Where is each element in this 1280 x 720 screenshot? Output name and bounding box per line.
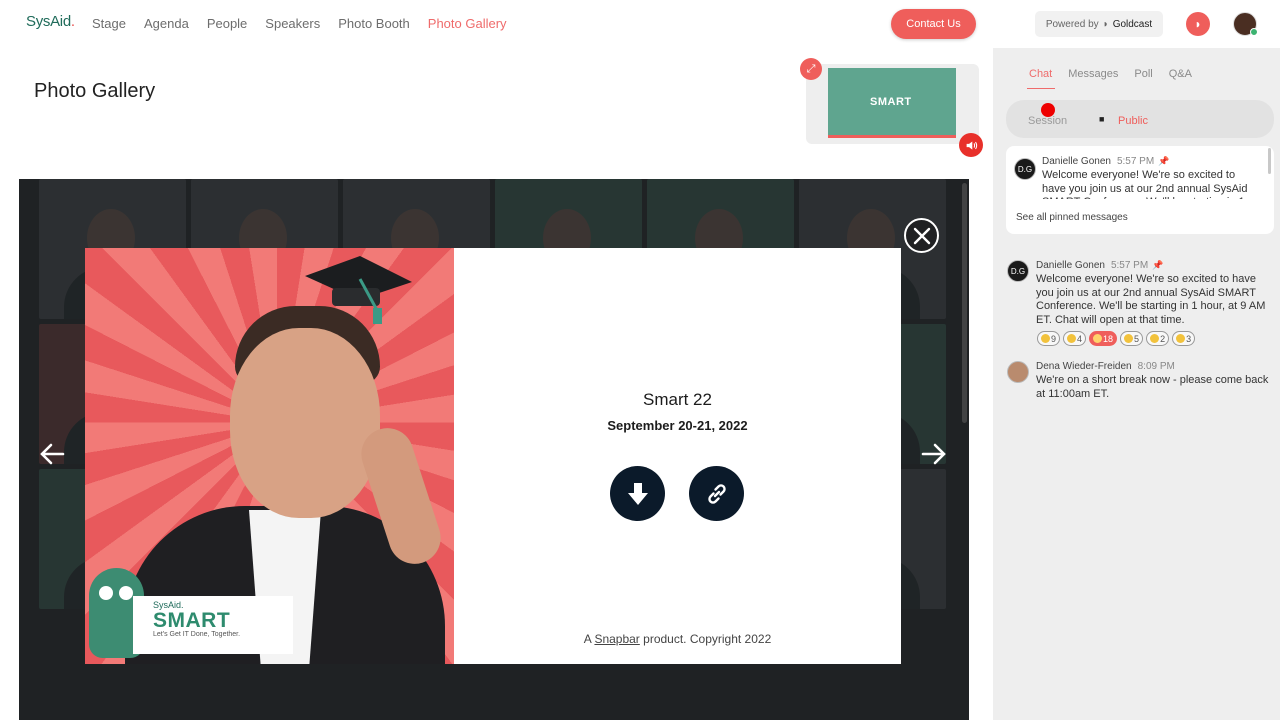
goldcast-mark-icon: ◗ [1194,17,1202,31]
top-nav: SysAid. Stage Agenda People Speakers Pho… [0,0,1280,48]
download-button[interactable] [610,466,665,521]
tab-chat[interactable]: Chat [1029,68,1052,80]
nav-item-agenda[interactable]: Agenda [144,16,189,31]
message-text: Welcome everyone! We're so excited to ha… [1036,273,1266,326]
copyright-notice: A Snapbar product. Copyright 2022 [454,632,901,646]
contact-us-button[interactable]: Contact Us [891,9,976,39]
sticker-tagline: Let's Get IT Done, Together. [153,631,241,638]
emoji-icon [1041,334,1050,343]
nav-item-photo-booth[interactable]: Photo Booth [338,16,410,31]
message-time: 8:09 PM [1137,361,1175,372]
close-modal-button[interactable] [904,218,939,253]
powered-by-brand: Goldcast [1112,18,1153,30]
scope-session-option[interactable]: Session [1028,115,1067,127]
reaction-chip[interactable]: 5 [1120,331,1144,346]
pinned-message-text: Welcome everyone! We're so excited to ha… [1042,169,1248,199]
download-icon [627,482,648,505]
reaction-chip[interactable]: 9 [1037,331,1061,346]
avatar[interactable] [1007,361,1029,383]
message-author: Danielle Gonen [1036,260,1105,271]
sidebar-tabs: Chat Messages Poll Q&A [1029,68,1192,80]
reaction-chip[interactable]: 3 [1172,331,1196,346]
avatar[interactable]: D.G [1007,260,1029,282]
photo-modal: SysAid. SMART Let's Get IT Done, Togethe… [85,248,901,664]
online-status-icon [1250,28,1258,36]
logo-dot: . [70,13,75,30]
reaction-chip-selected[interactable]: 18 [1089,331,1118,346]
scope-public-option[interactable]: Public [1118,115,1148,127]
mini-video-logo: SMART [870,96,912,108]
tab-messages[interactable]: Messages [1068,68,1118,80]
page-title: Photo Gallery [34,80,156,102]
sticker-name: SMART [153,609,231,632]
chat-sidebar: Chat Messages Poll Q&A Session ■ Public … [993,48,1280,720]
message-time: 5:57 PM [1116,156,1155,167]
logo-text: SysAid [26,13,71,30]
pinned-message-header: Danielle Gonen 5:57 PM 📌 [1042,156,1169,167]
thumbs-up-icon [1093,334,1103,343]
clap-icon [1124,334,1134,343]
nav-item-speakers[interactable]: Speakers [265,16,320,31]
graduation-cap-icon [305,256,412,324]
expand-video-button[interactable]: ⤢ [800,58,822,80]
event-title: Smart 22 [643,390,712,409]
volume-icon [966,140,977,150]
message-author: Danielle Gonen [1042,156,1111,167]
nav-item-photo-gallery[interactable]: Photo Gallery [428,16,507,31]
user-avatar[interactable] [1233,12,1258,36]
lock-icon: ■ [1099,114,1105,124]
expand-icon: ⤢ [806,62,816,75]
copyright-suffix: product. Copyright 2022 [643,632,772,646]
goldcast-icon: ◗ [1102,18,1109,30]
booth-photo: SysAid. SMART Let's Get IT Done, Togethe… [85,248,454,664]
pinned-messages: D.G Danielle Gonen 5:57 PM 📌 Welcome every… [1006,146,1274,234]
reaction-chip[interactable]: 2 [1146,331,1170,346]
pin-icon: 📌 [1152,260,1164,270]
volume-button[interactable] [959,133,983,157]
active-tab-indicator [1027,88,1055,89]
emoji-icon [1150,334,1160,343]
message-author: Dena Wieder-Freiden [1036,361,1132,372]
copyright-prefix: A [583,632,592,646]
powered-by-label: Powered by [1045,18,1099,30]
mini-video-player[interactable]: SMART [806,64,979,144]
message-text: We're on a short break now - please come… [1036,374,1269,400]
snapbar-link[interactable]: Snapbar [594,632,639,646]
copy-link-button[interactable] [689,466,744,521]
goldcast-logo-button[interactable]: ◗ [1186,12,1210,36]
pin-icon: 📌 [1158,156,1170,166]
nav-links: Stage Agenda People Speakers Photo Booth… [92,16,507,31]
see-all-pinned-link[interactable]: See all pinned messages [1016,212,1128,223]
photo-details: Smart 22 September 20-21, 2022 A Snapbar… [454,248,901,664]
mini-video-frame[interactable]: SMART [828,68,956,138]
arrow-left-icon [40,443,65,465]
emoji-icon [1067,334,1077,343]
previous-photo-button[interactable] [38,440,66,473]
reaction-bar: 9 4 18 5 2 3 [1037,331,1196,346]
nav-item-people[interactable]: People [207,16,247,31]
avatar[interactable]: D.G [1014,158,1036,180]
message-time: 5:57 PM [1110,260,1149,271]
link-icon [707,483,726,504]
tab-poll[interactable]: Poll [1134,68,1152,80]
nav-item-stage[interactable]: Stage [92,16,126,31]
arrow-right-icon [921,443,946,465]
reaction-chip[interactable]: 4 [1063,331,1087,346]
message-header: Dena Wieder-Freiden 8:09 PM [1036,361,1175,372]
tab-qa[interactable]: Q&A [1169,68,1192,80]
smart-sticker: SysAid. SMART Let's Get IT Done, Togethe… [85,568,295,664]
emoji-icon [1176,334,1186,343]
close-icon [913,227,930,244]
chat-scope-toggle[interactable]: Session ■ Public [1006,100,1274,138]
sysaid-logo[interactable]: SysAid. [26,13,75,30]
powered-by-badge[interactable]: Powered by ◗ Goldcast [1035,11,1163,37]
pinned-scrollbar[interactable] [1268,148,1271,174]
message-header: Danielle Gonen 5:57 PM 📌 [1036,260,1163,271]
next-photo-button[interactable] [920,440,948,473]
event-date: September 20-21, 2022 [607,418,748,433]
